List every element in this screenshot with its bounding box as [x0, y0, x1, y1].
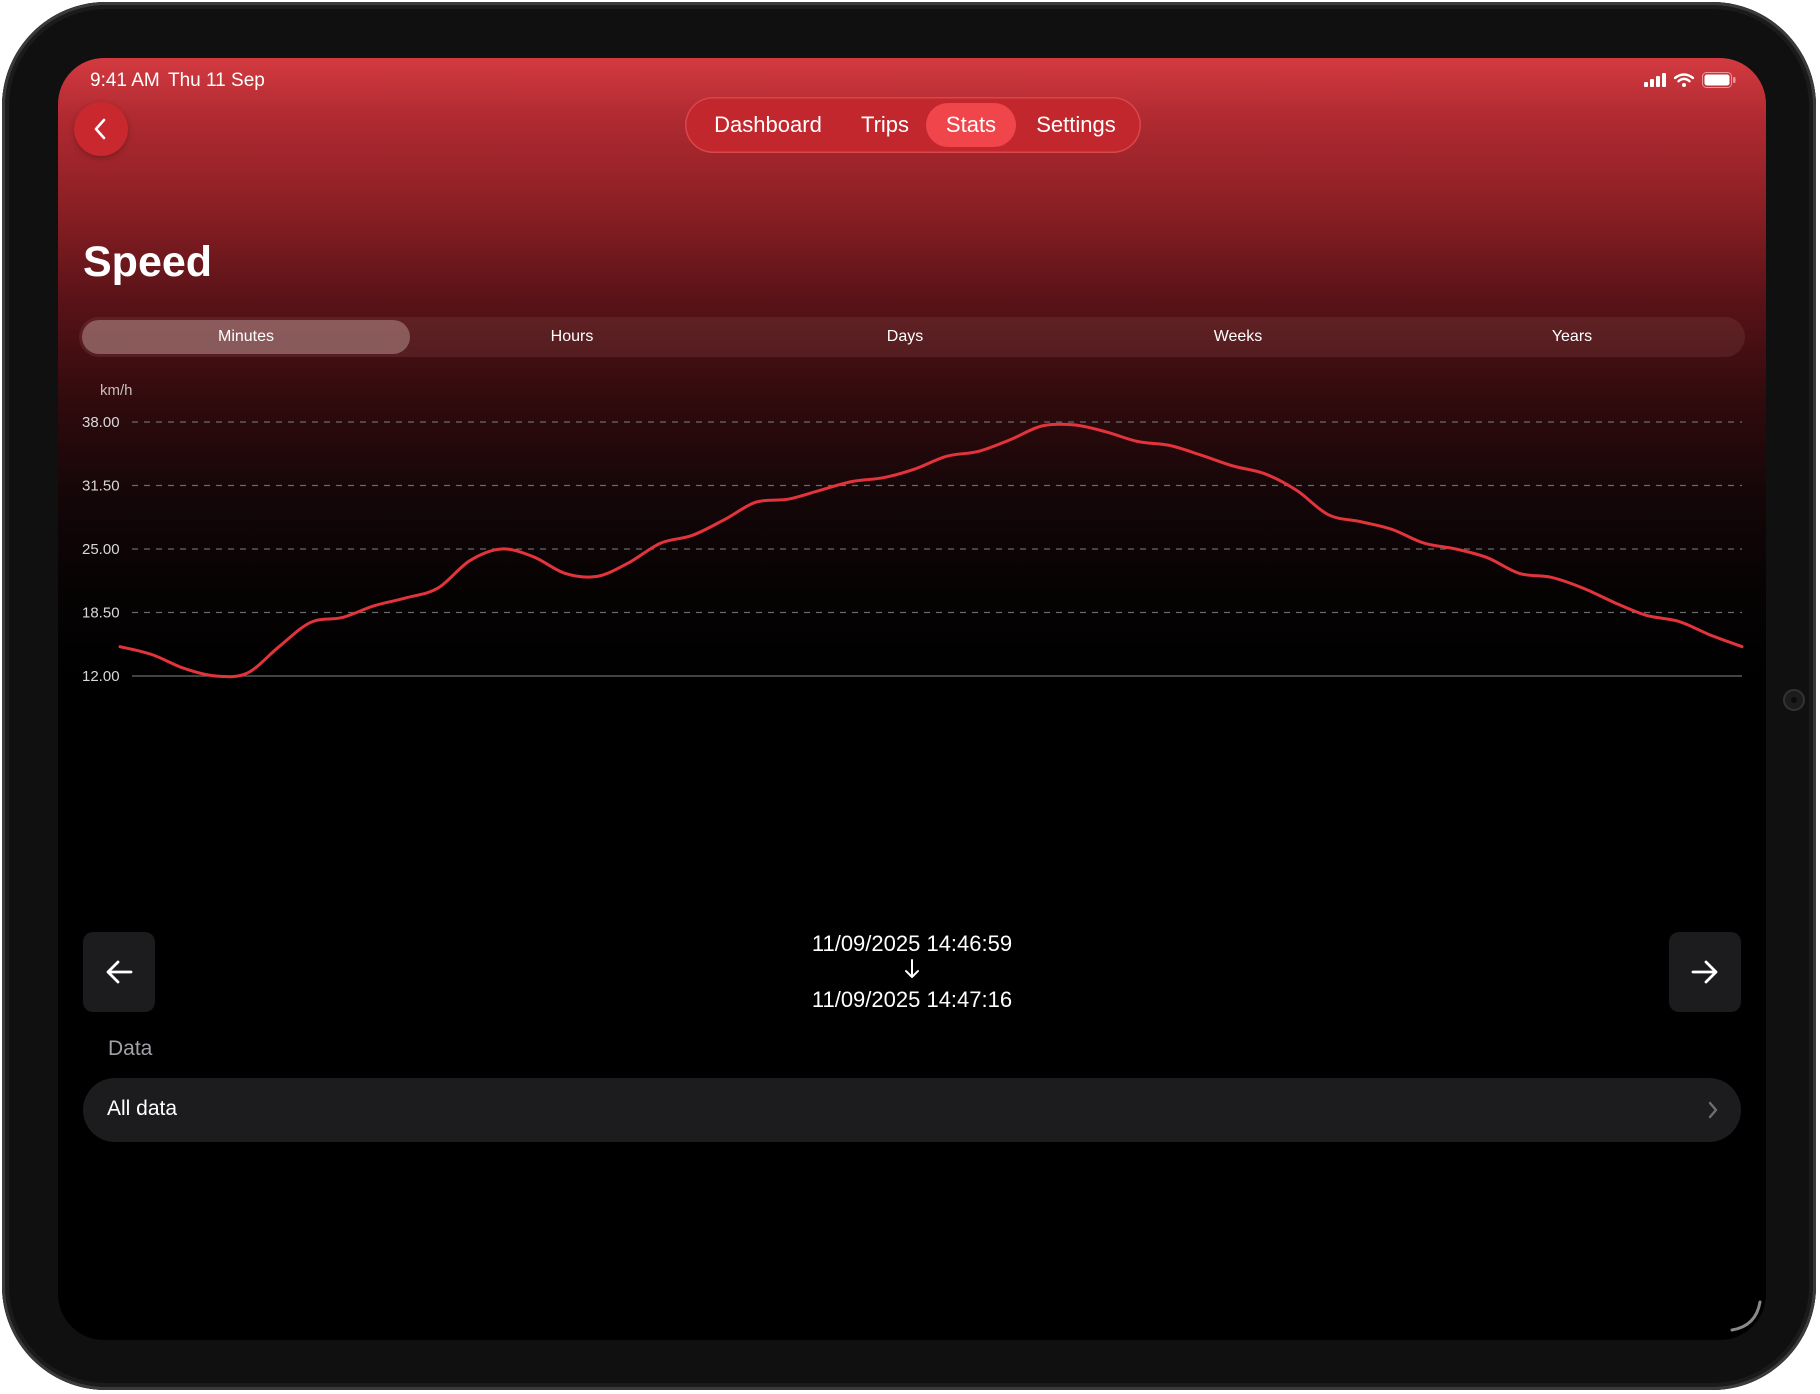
speed-series-line [118, 422, 1744, 679]
data-section-heading: Data [108, 1037, 153, 1060]
status-date: Thu 11 Sep [168, 70, 265, 91]
period-end: 11/09/2025 14:47:16 [811, 987, 1013, 1012]
next-period-button[interactable] [1669, 932, 1741, 1012]
tab-stats[interactable]: Stats [926, 103, 1016, 147]
previous-period-button[interactable] [83, 932, 155, 1012]
arrow-down-icon [712, 958, 1112, 986]
y-tick-label: 12.00 [82, 668, 120, 685]
time-range-selector: Minutes Hours Days Weeks Years [79, 317, 1745, 357]
all-data-label: All data [107, 1097, 178, 1120]
range-option-weeks[interactable]: Weeks [1078, 317, 1398, 357]
period-range: 11/09/2025 14:46:59 11/09/2025 14:47:16 [712, 930, 1112, 1014]
page-title: Speed [83, 238, 213, 286]
range-option-days[interactable]: Days [745, 317, 1065, 357]
status-time: 9:41 AM [90, 70, 160, 91]
arrow-right-icon [1691, 960, 1718, 984]
status-bar: 9:41 AM Thu 11 Sep [90, 68, 1736, 92]
resize-indicator-icon [1730, 1300, 1762, 1332]
chevron-left-icon [94, 118, 106, 140]
speed-chart: 38.00 31.50 25.00 18.50 12.00 [82, 414, 1744, 685]
y-tick-label: 38.00 [82, 414, 120, 431]
range-option-hours[interactable]: Hours [412, 317, 732, 357]
y-tick-label: 31.50 [82, 478, 120, 495]
cellular-signal-icon [1644, 73, 1666, 87]
tab-settings[interactable]: Settings [1018, 103, 1134, 147]
status-indicators [1644, 72, 1736, 88]
app-screen: 9:41 AM Thu 11 Sep Dashboard Trips Stats… [58, 58, 1766, 1340]
period-start: 11/09/2025 14:46:59 [811, 931, 1013, 956]
arrow-left-icon [106, 960, 133, 984]
y-axis-unit-label: km/h [100, 382, 133, 399]
wifi-icon [1674, 73, 1694, 87]
battery-icon [1702, 72, 1736, 88]
y-tick-label: 18.50 [82, 605, 120, 622]
range-option-minutes[interactable]: Minutes [82, 320, 410, 354]
all-data-row[interactable]: All data [83, 1078, 1741, 1142]
top-navigation: Dashboard Trips Stats Settings [685, 97, 1141, 153]
camera-icon [1783, 689, 1805, 711]
chevron-right-icon [1708, 1101, 1718, 1119]
device-frame: 9:41 AM Thu 11 Sep Dashboard Trips Stats… [2, 2, 1816, 1390]
back-button[interactable] [74, 102, 128, 156]
y-tick-label: 25.00 [82, 541, 120, 558]
tab-dashboard[interactable]: Dashboard [693, 103, 843, 147]
tab-trips[interactable]: Trips [845, 103, 925, 147]
range-option-years[interactable]: Years [1412, 317, 1732, 357]
